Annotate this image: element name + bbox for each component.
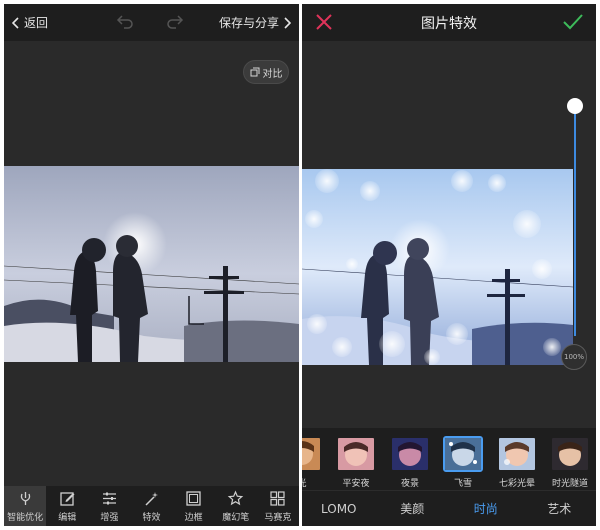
intensity-slider-track[interactable] — [574, 108, 576, 336]
compare-label: 对比 — [262, 68, 283, 80]
frame-icon — [186, 490, 201, 506]
filter-label: 平安夜 — [342, 479, 370, 489]
save-share-label: 保存与分享 — [218, 16, 279, 30]
intensity-slider-thumb[interactable] — [567, 98, 583, 114]
filter-category-tabs: LOMO 美颜 时尚 艺术 — [302, 490, 596, 526]
filter-label: 七彩光晕 — [498, 479, 535, 489]
filter-thumbnail — [443, 436, 483, 472]
filter-thumbnail — [336, 436, 376, 472]
edit-icon — [60, 491, 75, 506]
filter-thumbnail — [550, 436, 590, 472]
undo-button[interactable] — [116, 13, 134, 32]
confirm-button[interactable] — [562, 12, 584, 36]
redo-icon — [167, 15, 184, 29]
editor-toolbar: 智能优化 编辑 增强 特效 边框 魔幻笔 马赛克 — [4, 486, 299, 526]
editor-top-bar: 返回 保存与分享 — [4, 4, 299, 41]
tool-label: 马赛克 — [264, 512, 292, 523]
smart-optimize-icon — [20, 491, 30, 505]
tool-magic-pen[interactable]: 魔幻笔 — [215, 486, 257, 526]
tool-label: 魔幻笔 — [222, 512, 250, 523]
filter-item[interactable]: 夜景 — [390, 436, 430, 489]
editor-panel: 返回 保存与分享 对比 智能优化 编辑 增强 特效 边框 魔幻笔 马赛克 — [4, 4, 299, 526]
filter-label: 飞雪 — [453, 479, 472, 489]
effects-panel: 图片特效 100% 平安夜 夜景 飞雪 七彩光晕 时光隧道 LOMO 美颜 时尚… — [302, 4, 596, 526]
effect-preview — [302, 169, 573, 365]
tab-art[interactable]: 艺术 — [523, 491, 597, 526]
magic-pen-icon — [228, 489, 244, 505]
filter-thumbnail — [302, 436, 322, 472]
filter-label: 时光隧道 — [551, 479, 588, 489]
tool-label: 特效 — [142, 512, 161, 523]
tab-fashion[interactable]: 时尚 — [449, 491, 523, 526]
filter-item[interactable]: 光 — [302, 436, 322, 489]
filter-strip[interactable]: 光 平安夜 夜景 飞雪 七彩光晕 — [302, 428, 596, 490]
tab-lomo[interactable]: LOMO — [302, 491, 376, 526]
tool-frame[interactable]: 边框 — [173, 486, 215, 526]
filter-item[interactable]: 七彩光晕 — [497, 436, 537, 489]
redo-button[interactable] — [166, 13, 184, 32]
tool-label: 智能优化 — [7, 512, 44, 523]
compare-icon — [250, 67, 259, 77]
magic-wand-icon — [145, 491, 158, 506]
filter-item[interactable]: 时光隧道 — [550, 436, 590, 489]
tool-label: 增强 — [100, 512, 119, 523]
chevron-left-icon — [12, 16, 19, 29]
tool-edit[interactable]: 编辑 — [46, 486, 88, 526]
filter-label: 光 — [302, 479, 307, 489]
undo-icon — [116, 15, 133, 29]
intensity-value-badge: 100% — [561, 344, 587, 370]
page-title: 图片特效 — [421, 16, 477, 32]
tool-label: 边框 — [184, 512, 203, 523]
save-share-button[interactable]: 保存与分享 — [219, 14, 291, 31]
tool-smart-optimize[interactable]: 智能优化 — [4, 486, 47, 526]
chevron-right-icon — [284, 16, 291, 29]
back-label: 返回 — [24, 16, 49, 30]
tool-enhance[interactable]: 增强 — [88, 486, 130, 526]
checkmark-icon — [563, 14, 583, 30]
tool-label: 编辑 — [58, 512, 77, 523]
filter-item-selected[interactable]: 飞雪 — [443, 436, 483, 489]
filter-thumbnail — [497, 436, 537, 472]
filter-thumbnail — [390, 436, 430, 472]
compare-button[interactable]: 对比 — [243, 60, 289, 84]
filter-item[interactable]: 平安夜 — [336, 436, 376, 489]
mosaic-icon — [270, 490, 286, 506]
tool-mosaic[interactable]: 马赛克 — [257, 486, 299, 526]
photo-preview — [4, 166, 299, 362]
effects-top-bar: 图片特效 — [302, 4, 596, 41]
filter-label: 夜景 — [400, 479, 419, 489]
back-button[interactable]: 返回 — [12, 14, 48, 31]
adjust-sliders-icon — [102, 492, 116, 504]
tab-beauty[interactable]: 美颜 — [376, 491, 450, 526]
tool-effects[interactable]: 特效 — [130, 486, 172, 526]
